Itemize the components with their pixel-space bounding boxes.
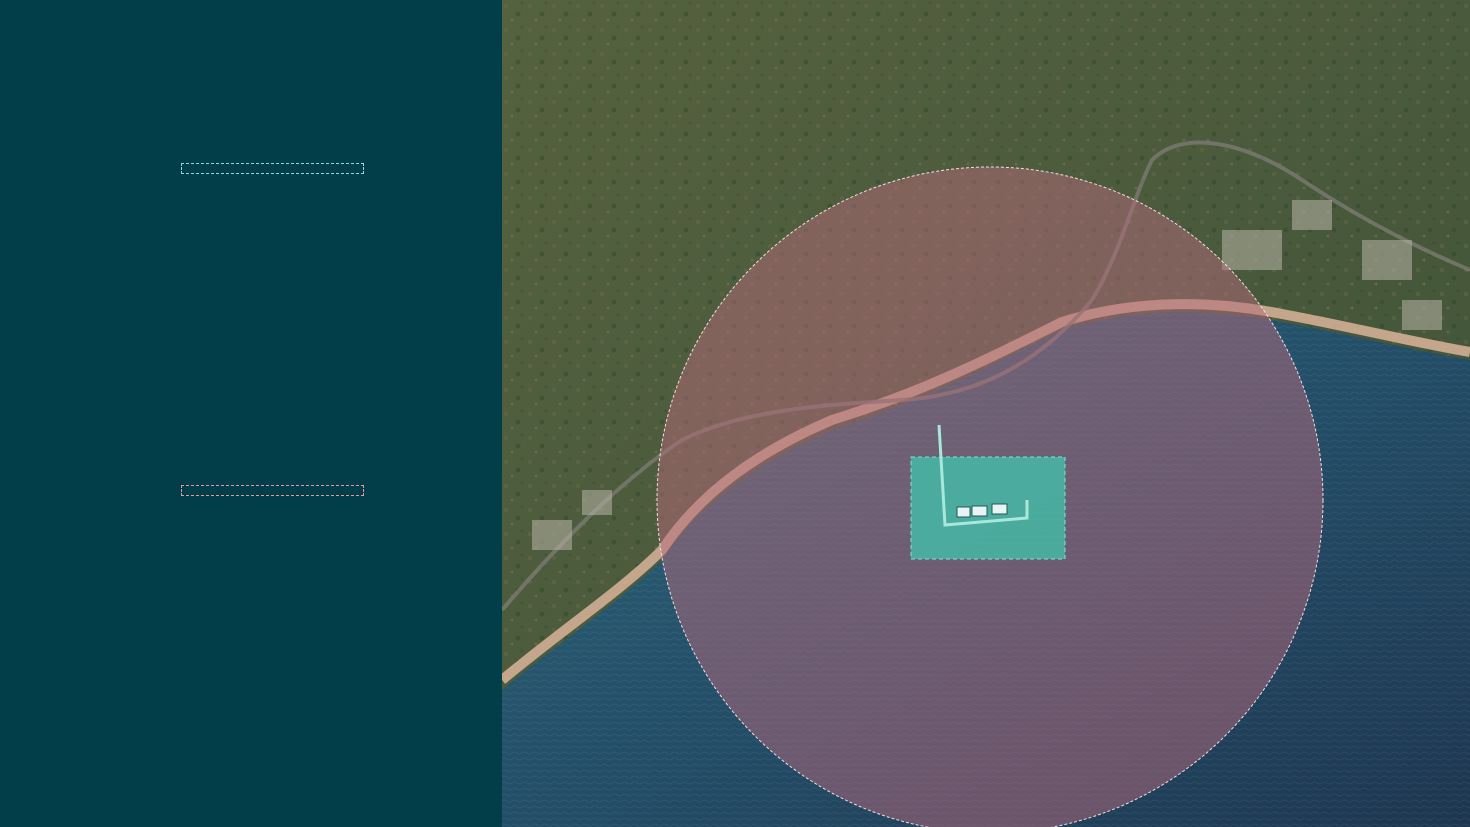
satellite-map-canvas[interactable] — [502, 0, 1470, 827]
satellite-map[interactable] — [502, 0, 1470, 827]
site-area-rect[interactable] — [910, 456, 1066, 560]
legend-panel — [0, 0, 502, 827]
legend-swatch-buffer-zone — [181, 485, 364, 496]
map-page — [0, 0, 1470, 827]
legend-swatch-site-area — [181, 163, 364, 174]
